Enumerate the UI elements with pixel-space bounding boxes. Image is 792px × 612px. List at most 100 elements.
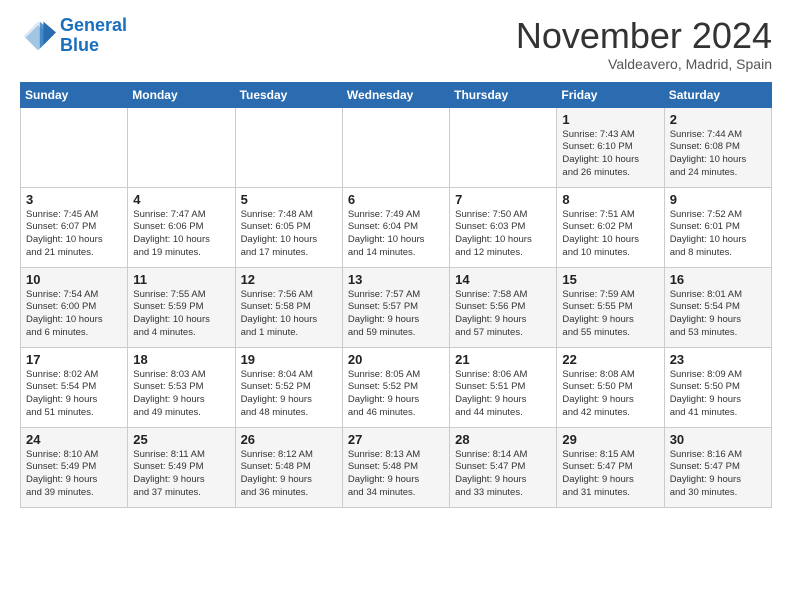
calendar-cell: 16 Sunrise: 8:01 AM Sunset: 5:54 PM Dayli… xyxy=(664,267,771,347)
calendar-cell: 11 Sunrise: 7:55 AM Sunset: 5:59 PM Dayli… xyxy=(128,267,235,347)
weekday-header-thursday: Thursday xyxy=(450,82,557,107)
day-info: Sunrise: 7:54 AM Sunset: 6:00 PM Dayligh… xyxy=(26,289,122,340)
day-info: Sunrise: 8:08 AM Sunset: 5:50 PM Dayligh… xyxy=(562,369,658,420)
day-info: Sunrise: 7:47 AM Sunset: 6:06 PM Dayligh… xyxy=(133,209,229,260)
day-info: Sunrise: 7:48 AM Sunset: 6:05 PM Dayligh… xyxy=(241,209,337,260)
calendar-cell: 30 Sunrise: 8:16 AM Sunset: 5:47 PM Dayli… xyxy=(664,427,771,507)
day-number: 3 xyxy=(26,192,122,207)
header: General Blue November 2024 Valdeavero, M… xyxy=(20,16,772,72)
day-number: 5 xyxy=(241,192,337,207)
calendar-cell xyxy=(342,107,449,187)
day-number: 4 xyxy=(133,192,229,207)
day-info: Sunrise: 8:06 AM Sunset: 5:51 PM Dayligh… xyxy=(455,369,551,420)
day-info: Sunrise: 7:49 AM Sunset: 6:04 PM Dayligh… xyxy=(348,209,444,260)
calendar-cell: 17 Sunrise: 8:02 AM Sunset: 5:54 PM Dayli… xyxy=(21,347,128,427)
calendar-cell: 29 Sunrise: 8:15 AM Sunset: 5:47 PM Dayli… xyxy=(557,427,664,507)
day-info: Sunrise: 7:55 AM Sunset: 5:59 PM Dayligh… xyxy=(133,289,229,340)
calendar-cell: 3 Sunrise: 7:45 AM Sunset: 6:07 PM Daylig… xyxy=(21,187,128,267)
calendar-cell xyxy=(450,107,557,187)
calendar-cell: 1 Sunrise: 7:43 AM Sunset: 6:10 PM Daylig… xyxy=(557,107,664,187)
day-number: 12 xyxy=(241,272,337,287)
day-info: Sunrise: 8:10 AM Sunset: 5:49 PM Dayligh… xyxy=(26,449,122,500)
day-number: 14 xyxy=(455,272,551,287)
calendar-cell: 14Sunrise: 7:58 AM Sunset: 5:56 PM Dayli… xyxy=(450,267,557,347)
day-info: Sunrise: 8:09 AM Sunset: 5:50 PM Dayligh… xyxy=(670,369,766,420)
weekday-header-saturday: Saturday xyxy=(664,82,771,107)
calendar-week-row: 10 Sunrise: 7:54 AM Sunset: 6:00 PM Dayli… xyxy=(21,267,772,347)
calendar-cell xyxy=(21,107,128,187)
day-info: Sunrise: 7:59 AM Sunset: 5:55 PM Dayligh… xyxy=(562,289,658,340)
day-info: Sunrise: 7:43 AM Sunset: 6:10 PM Dayligh… xyxy=(562,129,658,180)
calendar-cell: 28 Sunrise: 8:14 AM Sunset: 5:47 PM Dayli… xyxy=(450,427,557,507)
calendar-cell: 7Sunrise: 7:50 AM Sunset: 6:03 PM Daylig… xyxy=(450,187,557,267)
day-info: Sunrise: 8:01 AM Sunset: 5:54 PM Dayligh… xyxy=(670,289,766,340)
title-block: November 2024 Valdeavero, Madrid, Spain xyxy=(516,16,772,72)
logo-icon xyxy=(20,18,56,54)
day-number: 2 xyxy=(670,112,766,127)
calendar-week-row: 24 Sunrise: 8:10 AM Sunset: 5:49 PM Dayli… xyxy=(21,427,772,507)
day-number: 22 xyxy=(562,352,658,367)
calendar-cell: 2 Sunrise: 7:44 AM Sunset: 6:08 PM Daylig… xyxy=(664,107,771,187)
calendar-cell: 4 Sunrise: 7:47 AM Sunset: 6:06 PM Daylig… xyxy=(128,187,235,267)
day-number: 21 xyxy=(455,352,551,367)
day-number: 17 xyxy=(26,352,122,367)
weekday-header-sunday: Sunday xyxy=(21,82,128,107)
weekday-header-friday: Friday xyxy=(557,82,664,107)
calendar-cell: 26Sunrise: 8:12 AM Sunset: 5:48 PM Dayli… xyxy=(235,427,342,507)
calendar-cell: 15Sunrise: 7:59 AM Sunset: 5:55 PM Dayli… xyxy=(557,267,664,347)
calendar-cell: 25Sunrise: 8:11 AM Sunset: 5:49 PM Dayli… xyxy=(128,427,235,507)
calendar-cell: 27Sunrise: 8:13 AM Sunset: 5:48 PM Dayli… xyxy=(342,427,449,507)
location-subtitle: Valdeavero, Madrid, Spain xyxy=(516,56,772,72)
day-number: 29 xyxy=(562,432,658,447)
calendar-week-row: 17 Sunrise: 8:02 AM Sunset: 5:54 PM Dayli… xyxy=(21,347,772,427)
day-info: Sunrise: 7:51 AM Sunset: 6:02 PM Dayligh… xyxy=(562,209,658,260)
day-info: Sunrise: 8:12 AM Sunset: 5:48 PM Dayligh… xyxy=(241,449,337,500)
day-number: 10 xyxy=(26,272,122,287)
calendar-cell: 23Sunrise: 8:09 AM Sunset: 5:50 PM Dayli… xyxy=(664,347,771,427)
day-info: Sunrise: 8:05 AM Sunset: 5:52 PM Dayligh… xyxy=(348,369,444,420)
calendar-cell: 21 Sunrise: 8:06 AM Sunset: 5:51 PM Dayli… xyxy=(450,347,557,427)
day-info: Sunrise: 7:52 AM Sunset: 6:01 PM Dayligh… xyxy=(670,209,766,260)
calendar-week-row: 1 Sunrise: 7:43 AM Sunset: 6:10 PM Daylig… xyxy=(21,107,772,187)
calendar-cell: 9 Sunrise: 7:52 AM Sunset: 6:01 PM Daylig… xyxy=(664,187,771,267)
day-number: 16 xyxy=(670,272,766,287)
month-title: November 2024 xyxy=(516,16,772,56)
calendar-cell xyxy=(128,107,235,187)
calendar-cell: 24 Sunrise: 8:10 AM Sunset: 5:49 PM Dayli… xyxy=(21,427,128,507)
day-number: 30 xyxy=(670,432,766,447)
day-info: Sunrise: 8:14 AM Sunset: 5:47 PM Dayligh… xyxy=(455,449,551,500)
weekday-header-wednesday: Wednesday xyxy=(342,82,449,107)
day-info: Sunrise: 8:02 AM Sunset: 5:54 PM Dayligh… xyxy=(26,369,122,420)
day-number: 1 xyxy=(562,112,658,127)
day-info: Sunrise: 7:44 AM Sunset: 6:08 PM Dayligh… xyxy=(670,129,766,180)
day-number: 11 xyxy=(133,272,229,287)
day-info: Sunrise: 8:03 AM Sunset: 5:53 PM Dayligh… xyxy=(133,369,229,420)
calendar-cell: 8Sunrise: 7:51 AM Sunset: 6:02 PM Daylig… xyxy=(557,187,664,267)
day-info: Sunrise: 7:56 AM Sunset: 5:58 PM Dayligh… xyxy=(241,289,337,340)
calendar-cell: 12 Sunrise: 7:56 AM Sunset: 5:58 PM Dayli… xyxy=(235,267,342,347)
logo-line2: Blue xyxy=(60,35,99,55)
calendar-cell: 19 Sunrise: 8:04 AM Sunset: 5:52 PM Dayli… xyxy=(235,347,342,427)
day-number: 28 xyxy=(455,432,551,447)
day-info: Sunrise: 8:04 AM Sunset: 5:52 PM Dayligh… xyxy=(241,369,337,420)
day-number: 9 xyxy=(670,192,766,207)
day-info: Sunrise: 8:13 AM Sunset: 5:48 PM Dayligh… xyxy=(348,449,444,500)
logo: General Blue xyxy=(20,16,127,56)
calendar-cell: 10 Sunrise: 7:54 AM Sunset: 6:00 PM Dayli… xyxy=(21,267,128,347)
day-number: 25 xyxy=(133,432,229,447)
calendar-table: SundayMondayTuesdayWednesdayThursdayFrid… xyxy=(20,82,772,508)
day-number: 20 xyxy=(348,352,444,367)
day-number: 6 xyxy=(348,192,444,207)
day-number: 13 xyxy=(348,272,444,287)
day-number: 18 xyxy=(133,352,229,367)
calendar-cell: 18 Sunrise: 8:03 AM Sunset: 5:53 PM Dayli… xyxy=(128,347,235,427)
day-info: Sunrise: 8:15 AM Sunset: 5:47 PM Dayligh… xyxy=(562,449,658,500)
day-info: Sunrise: 8:16 AM Sunset: 5:47 PM Dayligh… xyxy=(670,449,766,500)
weekday-header-row: SundayMondayTuesdayWednesdayThursdayFrid… xyxy=(21,82,772,107)
day-number: 24 xyxy=(26,432,122,447)
calendar-cell: 22 Sunrise: 8:08 AM Sunset: 5:50 PM Dayli… xyxy=(557,347,664,427)
day-info: Sunrise: 7:45 AM Sunset: 6:07 PM Dayligh… xyxy=(26,209,122,260)
day-info: Sunrise: 7:50 AM Sunset: 6:03 PM Dayligh… xyxy=(455,209,551,260)
weekday-header-monday: Monday xyxy=(128,82,235,107)
day-number: 19 xyxy=(241,352,337,367)
